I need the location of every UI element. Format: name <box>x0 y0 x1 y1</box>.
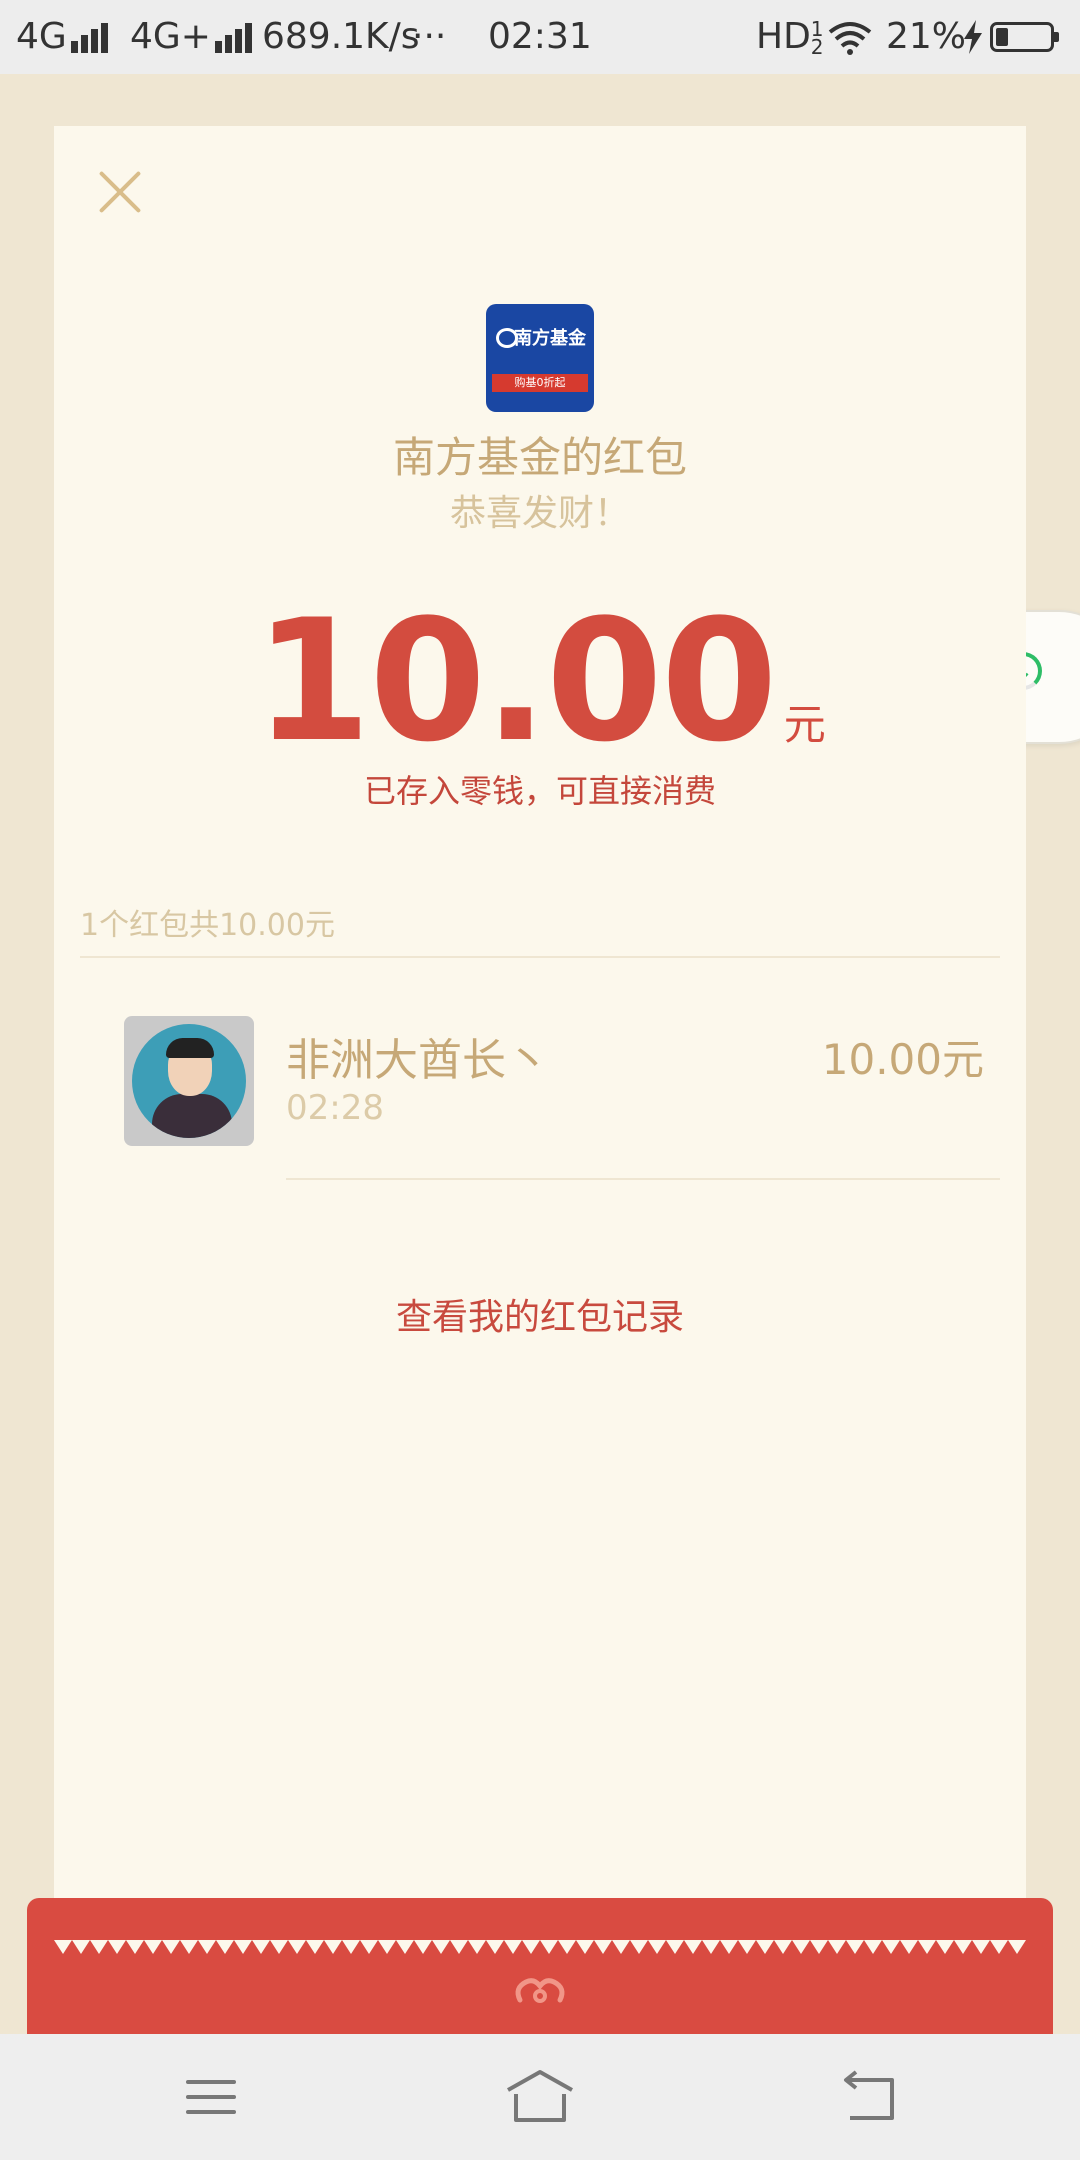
amount-value: 10.00 <box>254 583 777 779</box>
hd-sub: 2 <box>810 35 824 59</box>
packet-summary: 1个红包共10.00元 <box>80 908 335 943</box>
packet-title: 南方基金的红包 <box>392 433 687 482</box>
red-packet-detail-card: 南方基金 购基0折起 南方基金的红包 恭喜发财！ 10.00 元 已存入零钱，可直… <box>54 126 1026 1956</box>
signal-icon <box>214 21 255 55</box>
network-indicator-1: 4G <box>16 16 111 58</box>
clock: 02:31 <box>488 16 592 57</box>
amount-display: 10.00 元 <box>54 596 1026 766</box>
logo-name: 南方基金 <box>514 328 586 349</box>
wifi-icon <box>828 22 872 55</box>
avatar <box>124 1016 254 1146</box>
close-icon[interactable] <box>90 162 150 222</box>
envelope-flap <box>27 1898 1053 2034</box>
zigzag-edge <box>54 1940 1026 1954</box>
view-history-link[interactable]: 查看我的红包记录 <box>54 1288 1026 1340</box>
receiver-name: 非洲大酋长丶 <box>286 1035 550 1086</box>
receive-amount: 10.00元 <box>821 1035 984 1084</box>
list-item[interactable]: 非洲大酋长丶 02:28 10.00元 <box>124 1016 984 1216</box>
divider <box>286 1178 1000 1180</box>
sender-logo: 南方基金 购基0折起 <box>486 304 594 412</box>
charging-icon <box>964 20 982 54</box>
status-bar: 4G 4G+ 689.1K/s ··· 02:31 HD 1 2 21% <box>0 0 1080 74</box>
home-icon[interactable] <box>500 2064 580 2130</box>
network-speed: 689.1K/s <box>262 16 420 57</box>
back-icon[interactable] <box>828 2064 908 2130</box>
system-nav-bar <box>0 2034 1080 2160</box>
amount-unit: 元 <box>783 700 826 749</box>
network-indicator-2: 4G+ <box>130 16 255 58</box>
battery-percent: 21% <box>886 16 967 57</box>
menu-icon[interactable] <box>172 2064 252 2130</box>
saved-to-wallet-note: 已存入零钱，可直接消费 <box>363 772 716 810</box>
hd-label: HD <box>756 16 811 57</box>
more-dots: ··· <box>412 16 447 57</box>
network-label-1: 4G <box>16 16 67 57</box>
signal-icon <box>70 21 111 55</box>
hd-indicator: HD 1 2 <box>756 16 824 58</box>
logo-ribbon: 购基0折起 <box>492 374 588 392</box>
cloud-logo-icon <box>510 1970 570 2010</box>
divider <box>80 956 1000 958</box>
packet-wish: 恭喜发财！ <box>449 493 630 534</box>
battery-icon <box>990 22 1059 52</box>
network-label-2: 4G+ <box>130 16 211 57</box>
receive-time: 02:28 <box>286 1088 384 1128</box>
